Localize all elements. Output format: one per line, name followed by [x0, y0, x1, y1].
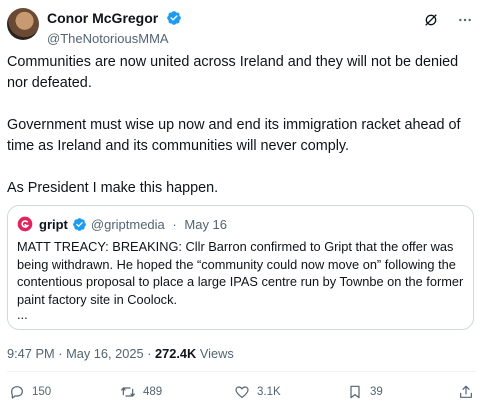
quoted-tweet[interactable]: gript @griptmedia · May 16 MATT TREACY: …	[7, 205, 474, 330]
quote-header: gript @griptmedia · May 16	[17, 216, 231, 232]
reply-icon	[11, 386, 23, 399]
verified-badge-icon	[72, 217, 86, 231]
share-icon	[460, 385, 472, 398]
tweet-paragraph: As President I make this happen.	[7, 180, 219, 196]
repost-button[interactable]: 489	[120, 384, 162, 400]
quote-text: MATT TREACY: BREAKING: Cllr Barron confi…	[17, 239, 464, 307]
bookmark-count: 39	[370, 386, 383, 398]
tweet-date[interactable]: May 16, 2025	[66, 346, 144, 361]
bookmark-icon	[350, 385, 360, 399]
meta-separator: ·	[58, 346, 63, 361]
header-actions	[423, 12, 473, 28]
author-name-block: Conor McGregor @TheNotoriousMMA	[47, 9, 182, 47]
tweet-timestamp-row: 9:47 PM · May 16, 2025 · 272.4K Views	[7, 346, 234, 361]
share-button[interactable]	[458, 384, 474, 400]
repost-count: 489	[143, 386, 163, 398]
heart-icon	[235, 386, 249, 398]
reply-count: 150	[32, 386, 52, 398]
repost-icon	[121, 387, 135, 397]
grok-icon[interactable]	[423, 12, 439, 28]
reply-button[interactable]: 150	[9, 384, 51, 400]
bookmark-button[interactable]: 39	[347, 384, 383, 400]
author-handle[interactable]: @TheNotoriousMMA	[47, 31, 182, 47]
tweet-body: Communities are now united across Irelan…	[7, 52, 475, 220]
like-count: 3.1K	[257, 386, 281, 398]
action-bar: 150 489 3.1K 39	[7, 384, 476, 406]
tweet-paragraph: Government must wise up now and end its …	[7, 117, 461, 154]
quote-separator: ·	[172, 216, 177, 232]
tweet-time[interactable]: 9:47 PM	[7, 346, 55, 361]
divider	[7, 371, 476, 372]
author-display-name[interactable]: Conor McGregor	[47, 10, 158, 26]
author-avatar[interactable]	[7, 8, 39, 40]
views-count: 272.4K	[155, 346, 197, 361]
quote-meta: @griptmedia · May 16	[91, 217, 231, 232]
gript-logo-icon	[17, 216, 33, 232]
quote-display-name[interactable]: gript	[39, 217, 68, 232]
like-button[interactable]: 3.1K	[234, 384, 281, 400]
more-icon[interactable]	[457, 12, 473, 28]
quote-date[interactable]: May 16	[184, 217, 227, 232]
quote-ellipsis: ...	[17, 307, 28, 322]
tweet-header: Conor McGregor @TheNotoriousMMA	[7, 8, 473, 48]
quote-handle[interactable]: @griptmedia	[91, 217, 165, 232]
verified-badge-icon	[166, 10, 181, 25]
meta-separator: ·	[147, 346, 152, 361]
views-label: Views	[199, 346, 234, 361]
tweet-paragraph: Communities are now united across Irelan…	[7, 54, 459, 91]
